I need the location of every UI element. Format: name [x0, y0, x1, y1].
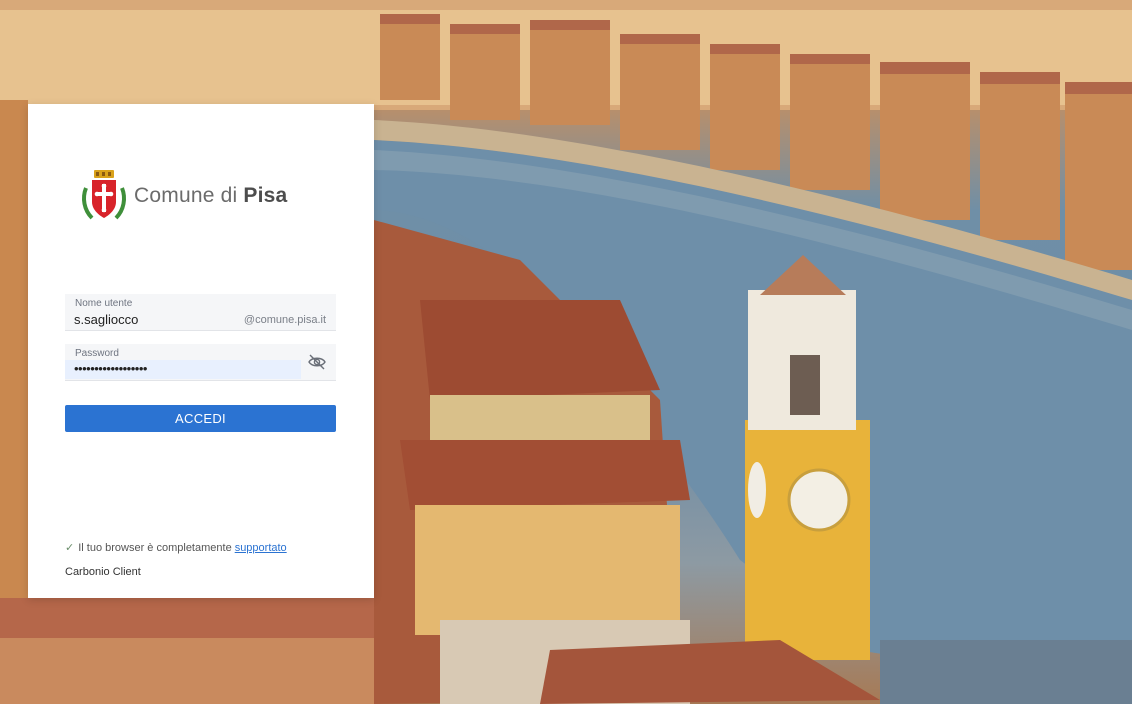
browser-support-text: Il tuo browser è completamente	[78, 541, 232, 554]
logo-text-bold: Pisa	[243, 184, 288, 207]
logo-text-prefix: Comune di	[134, 184, 238, 207]
supportato-link[interactable]: supportato	[235, 542, 287, 554]
logo-text: Comune di Pisa	[134, 184, 287, 208]
username-input[interactable]: s.sagliocco	[74, 312, 138, 327]
username-field[interactable]: Nome utente s.sagliocco @comune.pisa.it	[65, 294, 336, 331]
accedi-button[interactable]: ACCEDI	[65, 405, 336, 432]
eye-off-icon[interactable]	[308, 354, 326, 370]
checkmark-icon: ✓	[65, 542, 75, 554]
login-card: Comune di Pisa Nome utente s.sagliocco @…	[28, 104, 374, 598]
password-input[interactable]: ••••••••••••••••••	[74, 361, 147, 376]
comune-di-pisa-logo: Comune di Pisa	[80, 168, 287, 224]
password-field[interactable]: Password ••••••••••••••••••	[65, 344, 336, 381]
pisa-crest-icon	[82, 170, 126, 220]
browser-support-notice: ✓ Il tuo browser è completamente support…	[65, 541, 287, 555]
client-name: Carbonio Client	[65, 566, 141, 578]
username-domain-suffix: @comune.pisa.it	[243, 314, 326, 326]
password-label: Password	[75, 348, 119, 359]
username-label: Nome utente	[75, 298, 133, 309]
